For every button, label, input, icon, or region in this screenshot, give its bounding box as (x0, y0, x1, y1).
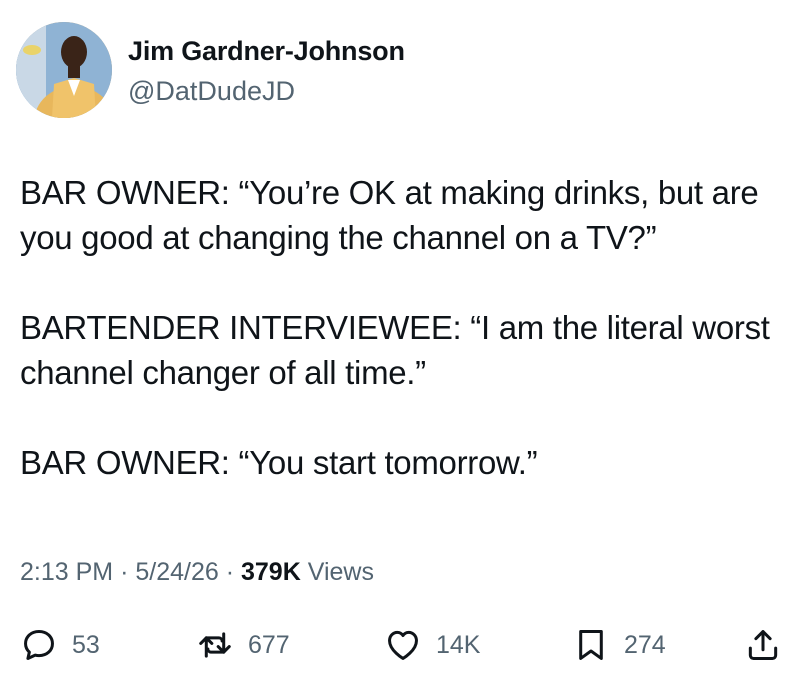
repost-count: 677 (248, 630, 290, 659)
tweet-paragraph: BAR OWNER: “You’re OK at making drinks, … (20, 174, 759, 256)
avatar-image (16, 22, 112, 118)
repost-icon (196, 626, 234, 664)
bookmark-count: 274 (624, 630, 666, 659)
reply-button[interactable]: 53 (20, 620, 100, 670)
bookmark-button[interactable]: 274 (572, 620, 666, 670)
tweet-text: BAR OWNER: “You’re OK at making drinks, … (20, 170, 780, 485)
author-name[interactable]: Jim Gardner-Johnson (128, 36, 405, 67)
views-count[interactable]: 379K (241, 558, 301, 586)
tweet-meta: 2:13 PM · 5/24/26 · 379K Views (20, 558, 374, 587)
reply-count: 53 (72, 630, 100, 659)
repost-button[interactable]: 677 (196, 620, 290, 670)
meta-separator: · (225, 558, 235, 586)
share-button[interactable] (744, 620, 782, 670)
heart-icon (384, 626, 422, 664)
action-bar: 53 677 14K 274 (0, 620, 800, 670)
meta-separator: · (120, 558, 129, 586)
reply-icon (20, 626, 58, 664)
bookmark-icon (572, 626, 610, 664)
like-button[interactable]: 14K (384, 620, 480, 670)
share-icon (744, 626, 782, 664)
tweet-paragraph: BARTENDER INTERVIEWEE: “I am the literal… (20, 309, 770, 391)
avatar[interactable] (16, 22, 112, 118)
author-handle[interactable]: @DatDudeJD (128, 76, 295, 107)
like-count: 14K (436, 630, 481, 659)
tweet-paragraph: BAR OWNER: “You start tomorrow.” (20, 444, 538, 481)
views-label: Views (307, 558, 374, 586)
tweet-date[interactable]: 5/24/26 (135, 558, 218, 586)
tweet-time[interactable]: 2:13 PM (20, 558, 113, 586)
